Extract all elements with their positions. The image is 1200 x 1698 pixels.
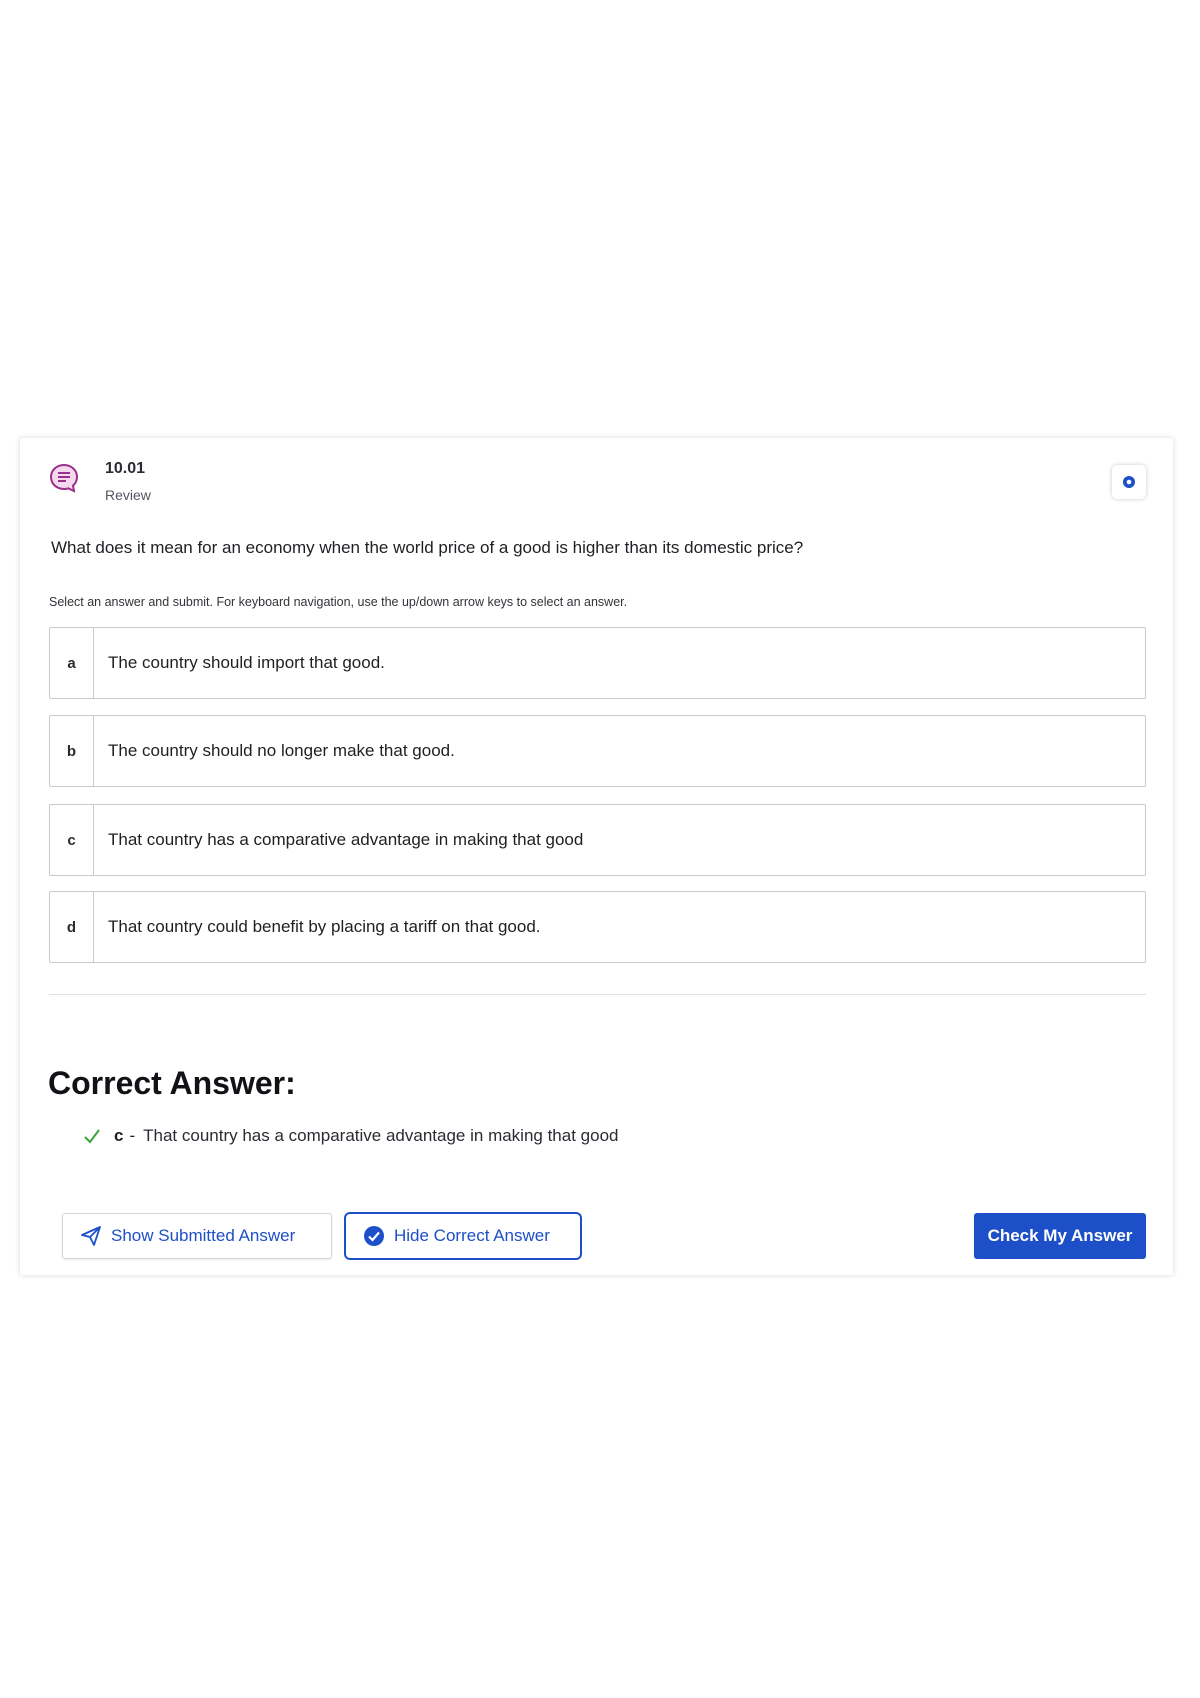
- correct-answer-heading: Correct Answer:: [48, 1065, 296, 1101]
- correct-answer-text: That country has a comparative advantage…: [143, 1126, 619, 1145]
- option-letter: c: [50, 805, 94, 875]
- hide-correct-answer-button[interactable]: Hide Correct Answer: [344, 1212, 582, 1260]
- correct-answer-row: c - That country has a comparative advan…: [82, 1126, 619, 1146]
- option-letter: b: [50, 716, 94, 786]
- question-card: 10.01 Review What does it mean for an ec…: [20, 438, 1173, 1275]
- check-circle-icon: [362, 1224, 386, 1248]
- check-my-answer-button[interactable]: Check My Answer: [974, 1213, 1146, 1259]
- option-letter: d: [50, 892, 94, 962]
- show-submitted-answer-label: Show Submitted Answer: [111, 1226, 296, 1245]
- option-c[interactable]: c That country has a comparative advanta…: [49, 804, 1146, 876]
- option-text: The country should import that good.: [108, 653, 385, 672]
- question-text: What does it mean for an economy when th…: [51, 538, 804, 557]
- option-letter: a: [50, 628, 94, 698]
- correct-answer-separator: -: [129, 1126, 136, 1145]
- correct-answer-letter: c: [114, 1126, 124, 1145]
- option-text: The country should no longer make that g…: [108, 741, 455, 760]
- show-submitted-answer-button[interactable]: Show Submitted Answer: [62, 1213, 332, 1259]
- checkmark-icon: [82, 1126, 102, 1146]
- option-text: That country has a comparative advantage…: [108, 830, 584, 849]
- settings-button[interactable]: [1112, 465, 1146, 499]
- option-b[interactable]: b The country should no longer make that…: [49, 715, 1146, 787]
- discussion-icon: [48, 462, 80, 494]
- divider: [49, 994, 1146, 995]
- section-subtitle: Review: [105, 487, 151, 503]
- option-text: That country could benefit by placing a …: [108, 917, 541, 936]
- hide-correct-answer-label: Hide Correct Answer: [394, 1226, 550, 1245]
- answer-instructions: Select an answer and submit. For keyboar…: [49, 595, 628, 609]
- option-a[interactable]: a The country should import that good.: [49, 627, 1146, 699]
- paper-plane-icon: [79, 1224, 103, 1248]
- gear-icon: [1123, 476, 1135, 488]
- section-number: 10.01: [105, 460, 146, 477]
- option-d[interactable]: d That country could benefit by placing …: [49, 891, 1146, 963]
